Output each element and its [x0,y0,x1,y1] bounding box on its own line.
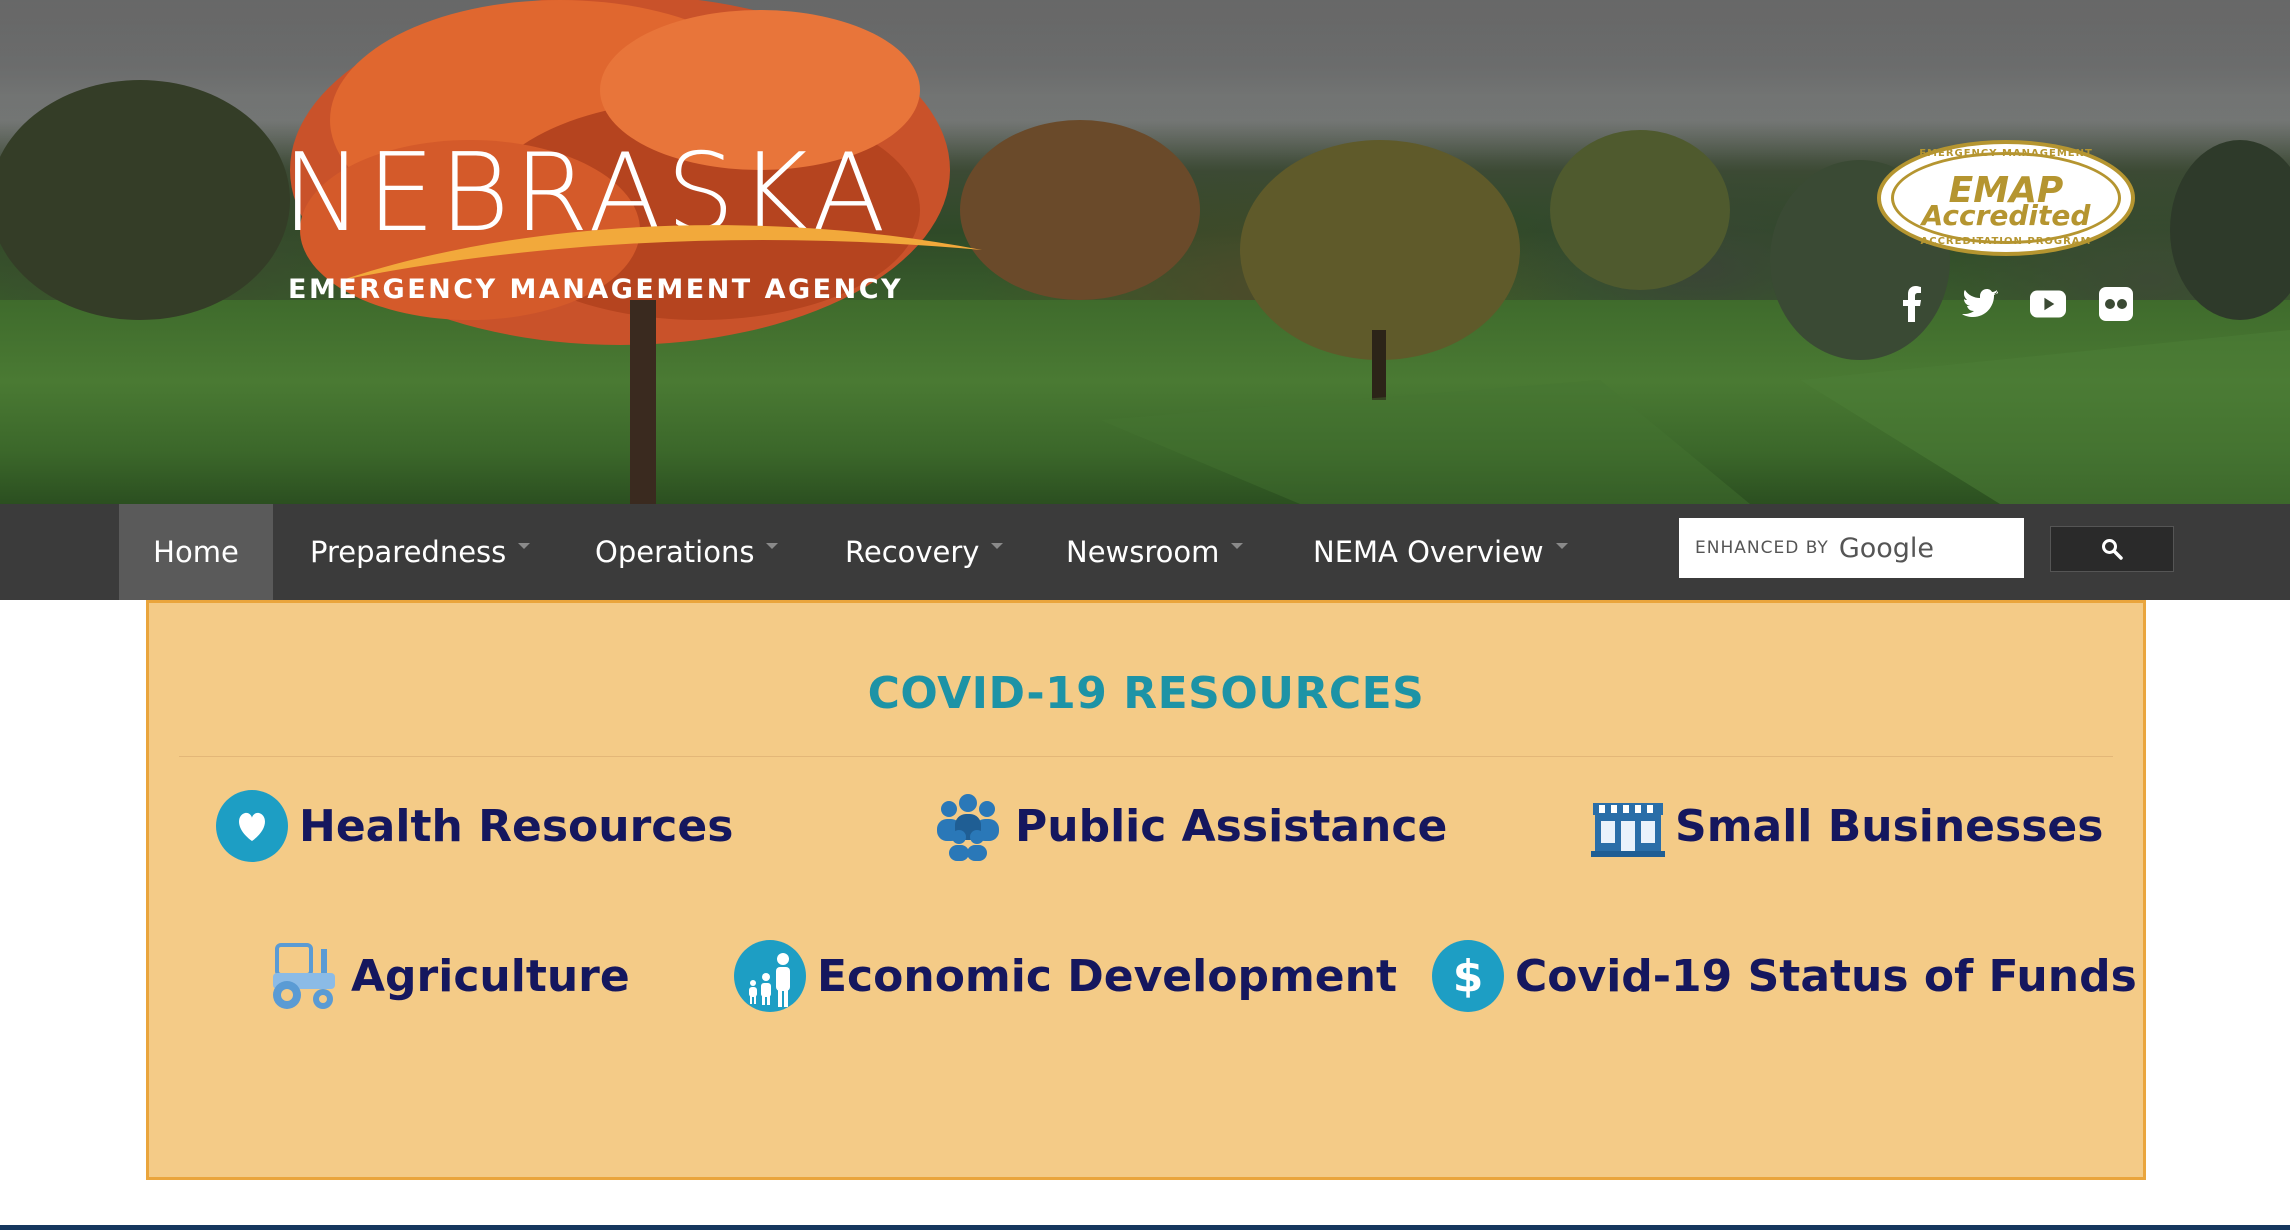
badge-arc-bottom: ACCREDITATION PROGRAM [1920,236,2092,247]
dollar-icon: $ [1431,939,1505,1013]
nav-item-recovery[interactable]: Recovery [845,504,1004,600]
header-banner: NEBRASKA EMERGENCY MANAGEMENT AGENCY EME… [0,0,2290,504]
resource-label: Public Assistance [1015,800,1448,852]
nav-item-operations[interactable]: Operations [595,504,779,600]
storefront-icon [1591,789,1665,863]
social-links [1894,282,2136,326]
nav-item-label: NEMA Overview [1313,535,1544,569]
caret-down-icon [1231,543,1244,549]
twitter-icon[interactable] [1962,286,1998,322]
badge-subtitle: Accredited [1921,199,2091,232]
facebook-icon[interactable] [1894,286,1930,322]
nav-item-nema-overview[interactable]: NEMA Overview [1313,504,1568,600]
resource-link-health[interactable]: Health Resources [215,786,733,866]
resource-link-public-assistance[interactable]: Public Assistance [931,786,1447,866]
heart-icon [215,789,289,863]
caret-down-icon [518,543,531,549]
covid-resources-panel: COVID-19 RESOURCES Health Resources Publ… [146,600,2146,1180]
resource-label: Small Businesses [1675,800,2104,852]
resource-label: Agriculture [351,950,630,1002]
family-icon [733,939,807,1013]
nav-item-home[interactable]: Home [119,504,273,600]
resource-link-small-businesses[interactable]: Small Businesses [1591,786,2103,866]
resource-link-economic-development[interactable]: Economic Development [733,936,1397,1016]
resource-label: Economic Development [817,950,1397,1002]
agency-logo[interactable]: NEBRASKA EMERGENCY MANAGEMENT AGENCY [282,140,1002,320]
nav-item-label: Recovery [845,535,980,569]
youtube-icon[interactable] [2030,286,2066,322]
nav-item-label: Preparedness [310,535,507,569]
nav-item-preparedness[interactable]: Preparedness [310,504,531,600]
search-icon [2102,539,2123,560]
people-group-icon [931,789,1005,863]
logo-subtitle: EMERGENCY MANAGEMENT AGENCY [288,274,904,305]
tractor-icon [267,939,341,1013]
search-provider-label: Google [1838,532,1935,564]
caret-down-icon [766,543,779,549]
nav-item-label: Newsroom [1066,535,1220,569]
divider [179,756,2113,757]
covid-resources-title: COVID-19 RESOURCES [867,668,1425,719]
resource-link-agriculture[interactable]: Agriculture [267,936,630,1016]
nav-item-label: Operations [595,535,755,569]
resource-label: Health Resources [299,800,734,852]
nav-item-label: Home [153,535,239,569]
resource-link-status-of-funds[interactable]: $ Covid-19 Status of Funds [1431,936,2137,1016]
caret-down-icon [1555,543,1568,549]
svg-text:$: $ [1453,951,1484,1002]
caret-down-icon [991,543,1004,549]
search-button[interactable] [2050,526,2174,572]
flickr-icon[interactable] [2098,286,2134,322]
resource-label: Covid-19 Status of Funds [1515,950,2137,1002]
search-enhanced-label: ENHANCED BY [1695,538,1829,558]
emap-accredited-badge[interactable]: EMERGENCY MANAGEMENT EMAP Accredited ACC… [1877,140,2139,260]
nav-item-newsroom[interactable]: Newsroom [1066,504,1244,600]
search-input[interactable]: ENHANCED BY Google [1679,518,2024,578]
badge-arc-top: EMERGENCY MANAGEMENT [1919,148,2093,159]
page-bottom-border [0,1225,2290,1230]
